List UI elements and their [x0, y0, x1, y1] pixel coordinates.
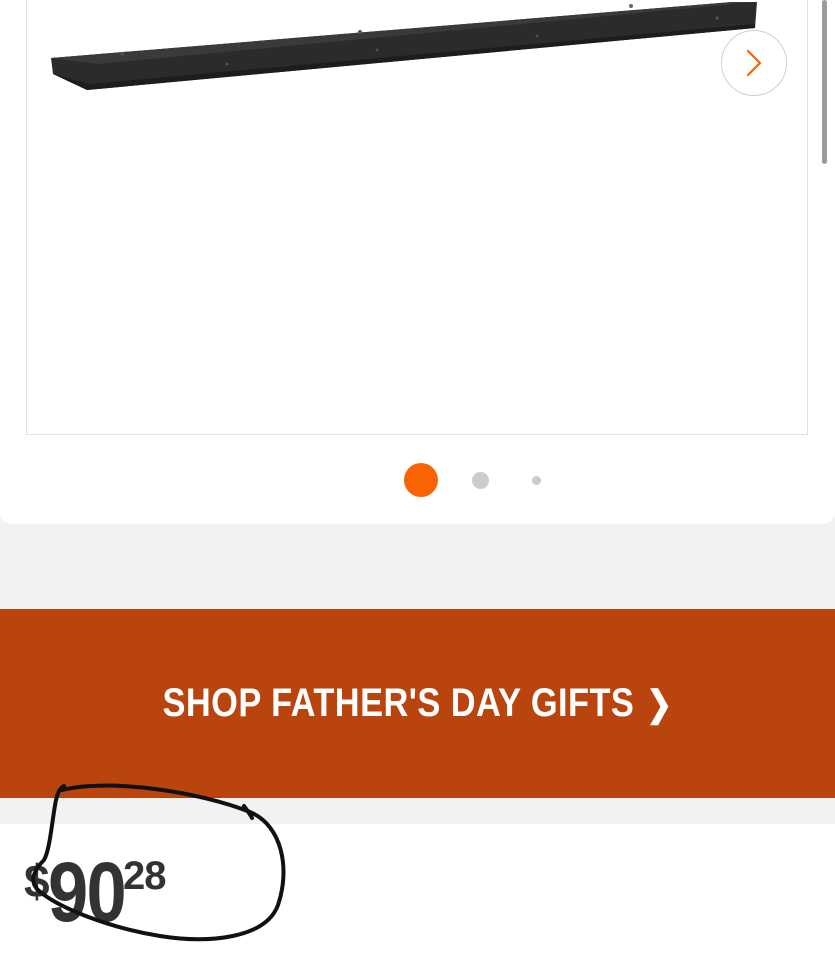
promo-label-text: SHOP FATHER'S DAY GIFTS [162, 681, 635, 725]
product-price: $ 90 28 [24, 845, 167, 939]
product-image-card [0, 0, 835, 524]
carousel-pagination [0, 462, 835, 498]
chevron-right-icon [746, 49, 762, 77]
price-section: $ 90 28 [0, 824, 835, 960]
promo-label: SHOP FATHER'S DAY GIFTS ❯ [162, 681, 672, 726]
chevron-right-icon: ❯ [646, 683, 673, 724]
next-image-button[interactable] [721, 30, 787, 96]
fathers-day-promo-banner[interactable]: SHOP FATHER'S DAY GIFTS ❯ [0, 609, 835, 798]
product-image-frame [26, 0, 808, 435]
carousel-dot-3[interactable] [532, 476, 541, 485]
carousel-dot-1[interactable] [404, 463, 438, 497]
carousel-dot-2[interactable] [472, 472, 489, 489]
scrollbar[interactable] [822, 0, 827, 164]
price-cents: 28 [123, 854, 166, 898]
product-image[interactable] [27, 0, 808, 118]
price-dollars: 90 [47, 845, 127, 939]
price-currency: $ [24, 855, 50, 907]
